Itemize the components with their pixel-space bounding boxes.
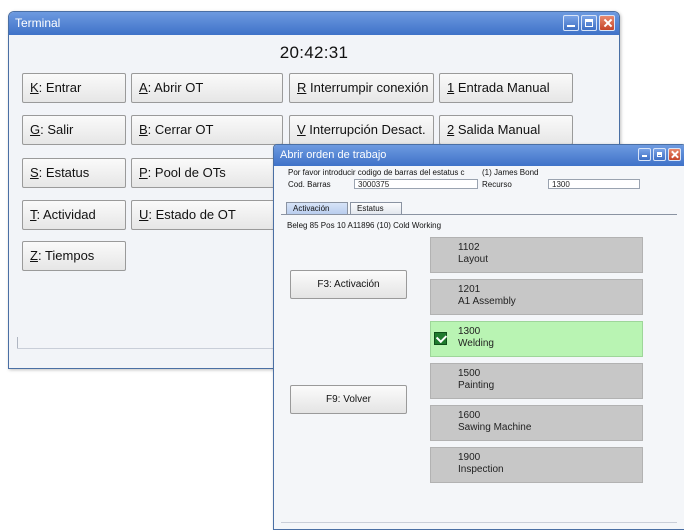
close-icon[interactable]: [599, 15, 615, 31]
button-label: : Cerrar OT: [147, 122, 214, 137]
tab-divider: [281, 214, 677, 215]
estatus-button[interactable]: S: Estatus: [22, 158, 126, 188]
order-line: Beleg 85 Pos 10 A11896 (10) Cold Working: [287, 221, 442, 230]
hotkey: G: [30, 122, 41, 137]
window-controls: [563, 15, 615, 31]
barcode-input[interactable]: 3000375: [354, 179, 478, 189]
hotkey: K: [30, 80, 39, 95]
terminal-title: Terminal: [15, 16, 61, 30]
button-label: : Pool de OTs: [147, 165, 226, 180]
operation-item[interactable]: 1500 Painting: [430, 363, 643, 399]
button-label: Salida Manual: [454, 122, 541, 137]
window-controls: [638, 148, 681, 161]
hotkey: Z: [30, 248, 38, 263]
barcode-label: Cod. Barras: [288, 180, 331, 189]
operation-code: 1600: [458, 410, 481, 421]
button-label: : Estado de OT: [148, 207, 236, 222]
button-label: : Actividad: [36, 207, 96, 222]
button-label: : Tiempos: [37, 248, 95, 263]
operation-code: 1102: [458, 242, 480, 253]
interrupcion-desact-button[interactable]: V Interrupción Desact.: [289, 115, 434, 145]
operation-name: Layout: [458, 254, 489, 265]
minimize-icon[interactable]: [638, 148, 651, 161]
clock-display: 20:42:31: [279, 43, 349, 62]
operation-name: Painting: [458, 380, 495, 391]
salida-manual-button[interactable]: 2 Salida Manual: [439, 115, 573, 145]
operation-code: 1300: [458, 326, 481, 337]
barcode-prompt: Por favor introducir codigo de barras de…: [288, 168, 465, 177]
operation-item[interactable]: 1102 Layout: [430, 237, 643, 273]
operation-item-selected[interactable]: 1300 Welding: [430, 321, 643, 357]
resource-input[interactable]: 1300: [548, 179, 640, 189]
pool-de-ots-button[interactable]: P: Pool de OTs: [131, 158, 283, 188]
hotkey: V: [297, 122, 306, 137]
user-label: (1) James Bond: [482, 168, 539, 177]
entrada-manual-button[interactable]: 1 Entrada Manual: [439, 73, 573, 103]
entrar-button[interactable]: K: Entrar: [22, 73, 126, 103]
operation-name: Sawing Machine: [458, 422, 532, 433]
hotkey: P: [139, 165, 148, 180]
close-icon[interactable]: [668, 148, 681, 161]
estado-de-ot-button[interactable]: U: Estado de OT: [131, 200, 283, 230]
f3-activacion-button[interactable]: F3: Activación: [290, 270, 407, 299]
minimize-icon[interactable]: [563, 15, 579, 31]
divider: [281, 522, 677, 523]
button-label: : Entrar: [38, 80, 82, 95]
button-label: : Abrir OT: [147, 80, 204, 95]
operation-item[interactable]: 1201 A1 Assembly: [430, 279, 643, 315]
f9-volver-button[interactable]: F9: Volver: [290, 385, 407, 414]
tiempos-button[interactable]: Z: Tiempos: [22, 241, 126, 271]
button-label: Entrada Manual: [454, 80, 550, 95]
button-label: Interrupción Desact.: [305, 122, 426, 137]
hotkey: B: [139, 122, 148, 137]
terminal-titlebar[interactable]: Terminal: [9, 12, 619, 35]
button-label: : Salir: [40, 122, 74, 137]
operation-item[interactable]: 1900 Inspection: [430, 447, 643, 483]
operation-code: 1201: [458, 284, 481, 295]
actividad-button[interactable]: T: Actividad: [22, 200, 126, 230]
interrumpir-conexion-button[interactable]: R Interrumpir conexión: [289, 73, 434, 103]
dialog-titlebar[interactable]: Abrir orden de trabajo: [274, 145, 684, 166]
checkmark-icon: [434, 332, 447, 345]
hotkey: A: [139, 80, 148, 95]
salir-button[interactable]: G: Salir: [22, 115, 126, 145]
button-label: Interrumpir conexión: [306, 80, 429, 95]
operation-item[interactable]: 1600 Sawing Machine: [430, 405, 643, 441]
operation-name: A1 Assembly: [458, 296, 516, 307]
hotkey: R: [297, 80, 307, 95]
button-label: : Estatus: [38, 165, 90, 180]
operation-name: Welding: [458, 338, 494, 349]
cerrar-ot-button[interactable]: B: Cerrar OT: [131, 115, 283, 145]
hotkey: U: [139, 207, 149, 222]
resource-label: Recurso: [482, 180, 512, 189]
maximize-icon[interactable]: [581, 15, 597, 31]
operation-code: 1900: [458, 452, 481, 463]
operation-code: 1500: [458, 368, 481, 379]
maximize-icon[interactable]: [653, 148, 666, 161]
abrir-ot-button[interactable]: A: Abrir OT: [131, 73, 283, 103]
hotkey: S: [30, 165, 39, 180]
operation-name: Inspection: [458, 464, 504, 475]
dialog-title: Abrir orden de trabajo: [280, 149, 387, 161]
